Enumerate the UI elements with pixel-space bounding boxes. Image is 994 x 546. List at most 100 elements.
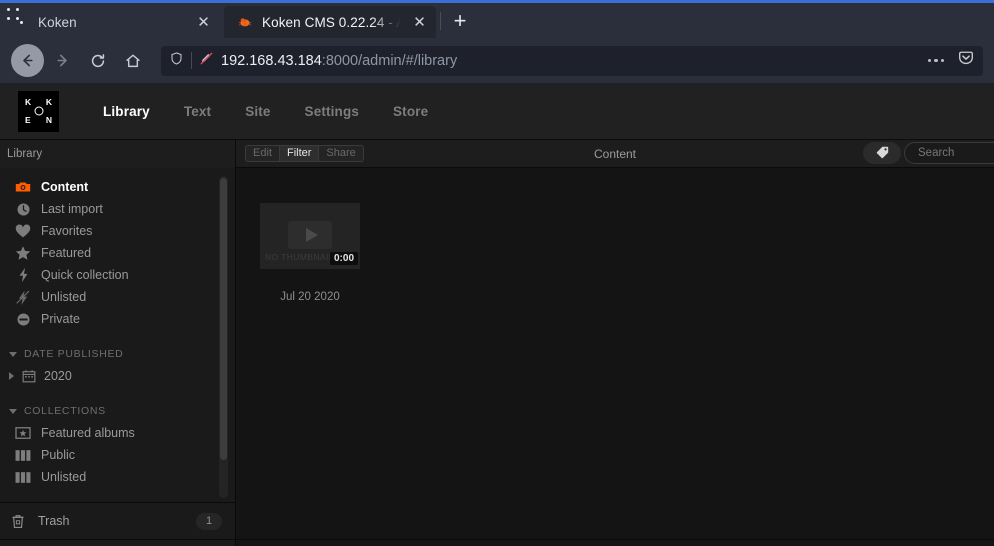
section-date-published-label: DATE PUBLISHED	[24, 348, 124, 360]
sidebar-item-unlisted-collection[interactable]: Unlisted	[0, 466, 235, 488]
window-tab-koken[interactable]: Koken ✕	[0, 6, 220, 38]
albums-icon	[15, 447, 31, 463]
sidebar-item-last-import-label: Last import	[41, 202, 103, 216]
sidebar-item-last-import[interactable]: Last import	[0, 198, 235, 220]
sidebar-item-unlisted-label: Unlisted	[41, 290, 87, 304]
browser-chrome: Koken ✕ Koken CMS 0.22.24 - Arb ✕ + 192.…	[0, 0, 994, 83]
search-area: Search	[863, 141, 994, 164]
pencil-slash-icon[interactable]	[199, 51, 214, 71]
content-toolbar: Edit Filter Share Content Search	[236, 140, 994, 168]
sub-toolbar: Library Edit Filter Share Content Search	[0, 139, 994, 168]
sidebar-item-public[interactable]: Public	[0, 444, 235, 466]
app-header: K K E N Library Text Site Settings Store	[0, 83, 994, 140]
nav-tab-library[interactable]: Library	[86, 104, 167, 119]
section-collections[interactable]: COLLECTIONS	[0, 400, 235, 422]
bottom-strip-right	[236, 539, 994, 546]
sidebar-item-featured[interactable]: Featured	[0, 242, 235, 264]
action-button-group: Edit Filter Share	[245, 145, 364, 162]
section-collections-label: COLLECTIONS	[24, 405, 106, 417]
forward-button[interactable]	[46, 44, 79, 77]
share-button[interactable]: Share	[319, 145, 364, 162]
koken-app: K K E N Library Text Site Settings Store…	[0, 83, 994, 539]
shield-icon[interactable]	[169, 51, 184, 71]
clock-icon	[15, 201, 31, 217]
search-input[interactable]: Search	[904, 141, 994, 164]
duration-badge: 0:00	[329, 252, 358, 265]
asset-thumbnail[interactable]: NO THUMBNAIL 0:00	[260, 203, 360, 269]
calendar-icon	[21, 368, 37, 384]
trash-count-badge: 1	[196, 512, 222, 530]
sidebar-header-label: Library	[7, 147, 43, 160]
albums-icon	[15, 469, 31, 485]
url-path: :8000/admin/#/library	[321, 52, 458, 69]
trash-label: Trash	[38, 514, 70, 528]
sidebar-item-year-2020-label: 2020	[44, 369, 72, 383]
sidebar-item-featured-albums[interactable]: Featured albums	[0, 422, 235, 444]
minus-circle-icon	[15, 311, 31, 327]
new-tab-button[interactable]: +	[445, 6, 475, 36]
bottom-strip	[0, 539, 994, 546]
pocket-icon[interactable]	[957, 49, 975, 72]
page-tab-title: Koken CMS 0.22.24 - Arb	[262, 14, 402, 30]
sidebar-item-public-label: Public	[41, 448, 76, 462]
sidebar-item-private-label: Private	[41, 312, 80, 326]
nav-tab-settings[interactable]: Settings	[288, 104, 376, 119]
sidebar-item-favorites-label: Favorites	[41, 224, 93, 238]
play-icon	[288, 220, 332, 249]
content-grid: NO THUMBNAIL 0:00 Jul 20 2020	[236, 168, 994, 539]
edit-button[interactable]: Edit	[245, 145, 280, 162]
bottom-strip-left	[0, 539, 236, 546]
logo-letter-k1: K	[25, 96, 32, 107]
sidebar-item-content-label: Content	[41, 180, 89, 194]
section-date-published[interactable]: DATE PUBLISHED	[0, 343, 235, 365]
nav-tab-site[interactable]: Site	[228, 104, 287, 119]
url-bar[interactable]: 192.168.43.184:8000/admin/#/library	[161, 45, 983, 76]
sidebar-item-quick-collection-label: Quick collection	[41, 268, 129, 282]
sidebar-item-trash[interactable]: Trash 1	[0, 502, 235, 539]
logo-letter-e: E	[25, 115, 31, 125]
no-thumbnail-label: NO THUMBNAIL	[265, 252, 334, 262]
beetle-favicon	[237, 14, 253, 30]
logo-ring	[34, 106, 43, 116]
bolt-icon	[15, 267, 31, 283]
sidebar-item-quick-collection[interactable]: Quick collection	[0, 264, 235, 286]
nav-tab-text[interactable]: Text	[167, 104, 228, 119]
filter-button[interactable]: Filter	[279, 145, 320, 162]
page-tab-close-icon[interactable]: ✕	[411, 14, 428, 31]
sidebar-scrollbar-thumb[interactable]	[220, 178, 227, 460]
navigation-toolbar: 192.168.43.184:8000/admin/#/library	[0, 38, 994, 83]
url-bar-divider	[191, 52, 192, 69]
dice-dots-icon	[7, 8, 29, 30]
nav-tab-store[interactable]: Store	[376, 104, 445, 119]
url-host: 192.168.43.184	[221, 52, 322, 69]
window-tab-close-icon[interactable]: ✕	[195, 14, 212, 31]
reload-button[interactable]	[81, 44, 114, 77]
asset-item[interactable]: NO THUMBNAIL 0:00 Jul 20 2020	[260, 203, 360, 303]
window-tab-title: Koken	[38, 14, 77, 30]
heart-icon	[15, 223, 31, 239]
tag-icon[interactable]	[863, 141, 901, 164]
sidebar-item-year-2020[interactable]: 2020	[0, 365, 235, 387]
page-tab-koken-cms[interactable]: Koken CMS 0.22.24 - Arb ✕	[224, 6, 436, 38]
sidebar-item-favorites[interactable]: Favorites	[0, 220, 235, 242]
back-button[interactable]	[11, 44, 44, 77]
chevron-right-icon[interactable]	[9, 372, 14, 380]
more-menu-icon[interactable]	[927, 58, 944, 63]
chevron-down-icon	[9, 408, 17, 414]
tab-strip: Koken ✕ Koken CMS 0.22.24 - Arb ✕ +	[0, 3, 994, 38]
chevron-down-icon	[9, 351, 17, 357]
asset-caption: Jul 20 2020	[280, 291, 340, 303]
camera-icon	[15, 179, 31, 195]
album-star-icon	[15, 425, 31, 441]
sidebar-item-featured-albums-label: Featured albums	[41, 426, 135, 440]
sidebar-scroll-area: Content Last import Favorites Featured Q…	[0, 168, 235, 502]
logo-letter-n: N	[45, 115, 52, 125]
sidebar-item-featured-label: Featured	[41, 246, 92, 260]
home-button[interactable]	[116, 44, 149, 77]
sidebar: Content Last import Favorites Featured Q…	[0, 168, 236, 539]
url-text: 192.168.43.184:8000/admin/#/library	[221, 53, 913, 69]
sidebar-item-content[interactable]: Content	[0, 176, 235, 198]
sidebar-item-private[interactable]: Private	[0, 308, 235, 330]
sidebar-scrollbar-track[interactable]	[219, 176, 228, 498]
sidebar-item-unlisted[interactable]: Unlisted	[0, 286, 235, 308]
